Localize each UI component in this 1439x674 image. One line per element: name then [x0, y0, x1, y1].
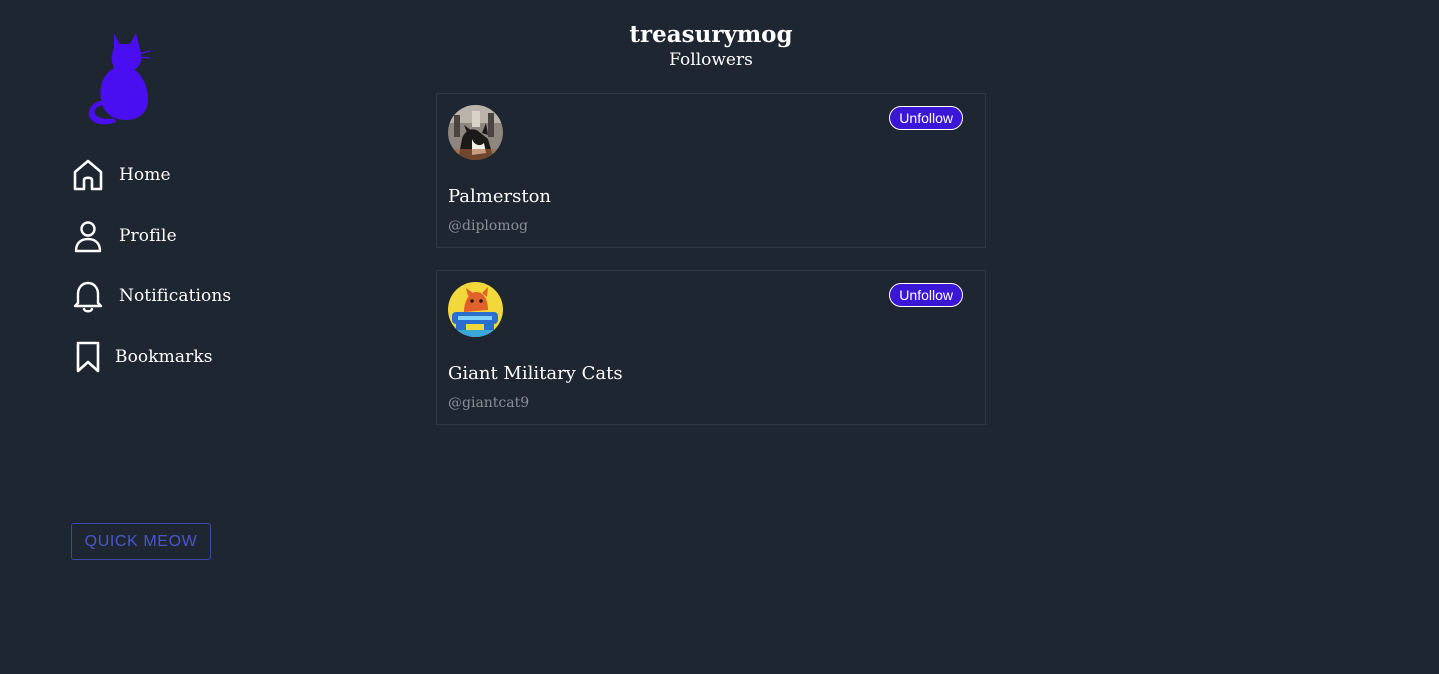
user-handle[interactable]: @giantcat9	[448, 395, 529, 411]
page-title: treasurymog	[629, 21, 793, 48]
avatar[interactable]	[448, 282, 503, 337]
page-header: treasurymog Followers	[436, 20, 986, 70]
display-name[interactable]: Giant Military Cats	[448, 363, 623, 384]
bell-icon	[71, 279, 105, 313]
avatar[interactable]	[448, 105, 503, 160]
quick-meow-button[interactable]: QUICK MEOW	[71, 523, 211, 560]
sidebar-item-profile[interactable]: Profile	[71, 218, 177, 254]
unfollow-button[interactable]: Unfollow	[889, 106, 963, 130]
user-handle[interactable]: @diplomog	[448, 218, 528, 234]
sidebar-item-label: Home	[119, 165, 171, 185]
sidebar-item-bookmarks[interactable]: Bookmarks	[71, 339, 213, 375]
follower-card[interactable]: Unfollow Giant Military Cats @giantcat9	[436, 270, 986, 425]
page-subtitle: Followers	[669, 50, 753, 70]
sidebar-item-notifications[interactable]: Notifications	[71, 278, 231, 314]
sidebar-item-label: Profile	[119, 226, 177, 246]
sidebar-item-label: Bookmarks	[115, 347, 213, 367]
home-icon	[71, 158, 105, 192]
unfollow-button[interactable]: Unfollow	[889, 283, 963, 307]
sidebar-item-label: Notifications	[119, 286, 232, 306]
user-icon	[71, 219, 105, 253]
follower-card[interactable]: Unfollow Palmerston @diplomog	[436, 93, 986, 248]
cat-logo-icon[interactable]	[84, 30, 154, 126]
bookmark-icon	[71, 340, 105, 374]
display-name[interactable]: Palmerston	[448, 186, 551, 207]
sidebar-item-home[interactable]: Home	[71, 157, 171, 193]
